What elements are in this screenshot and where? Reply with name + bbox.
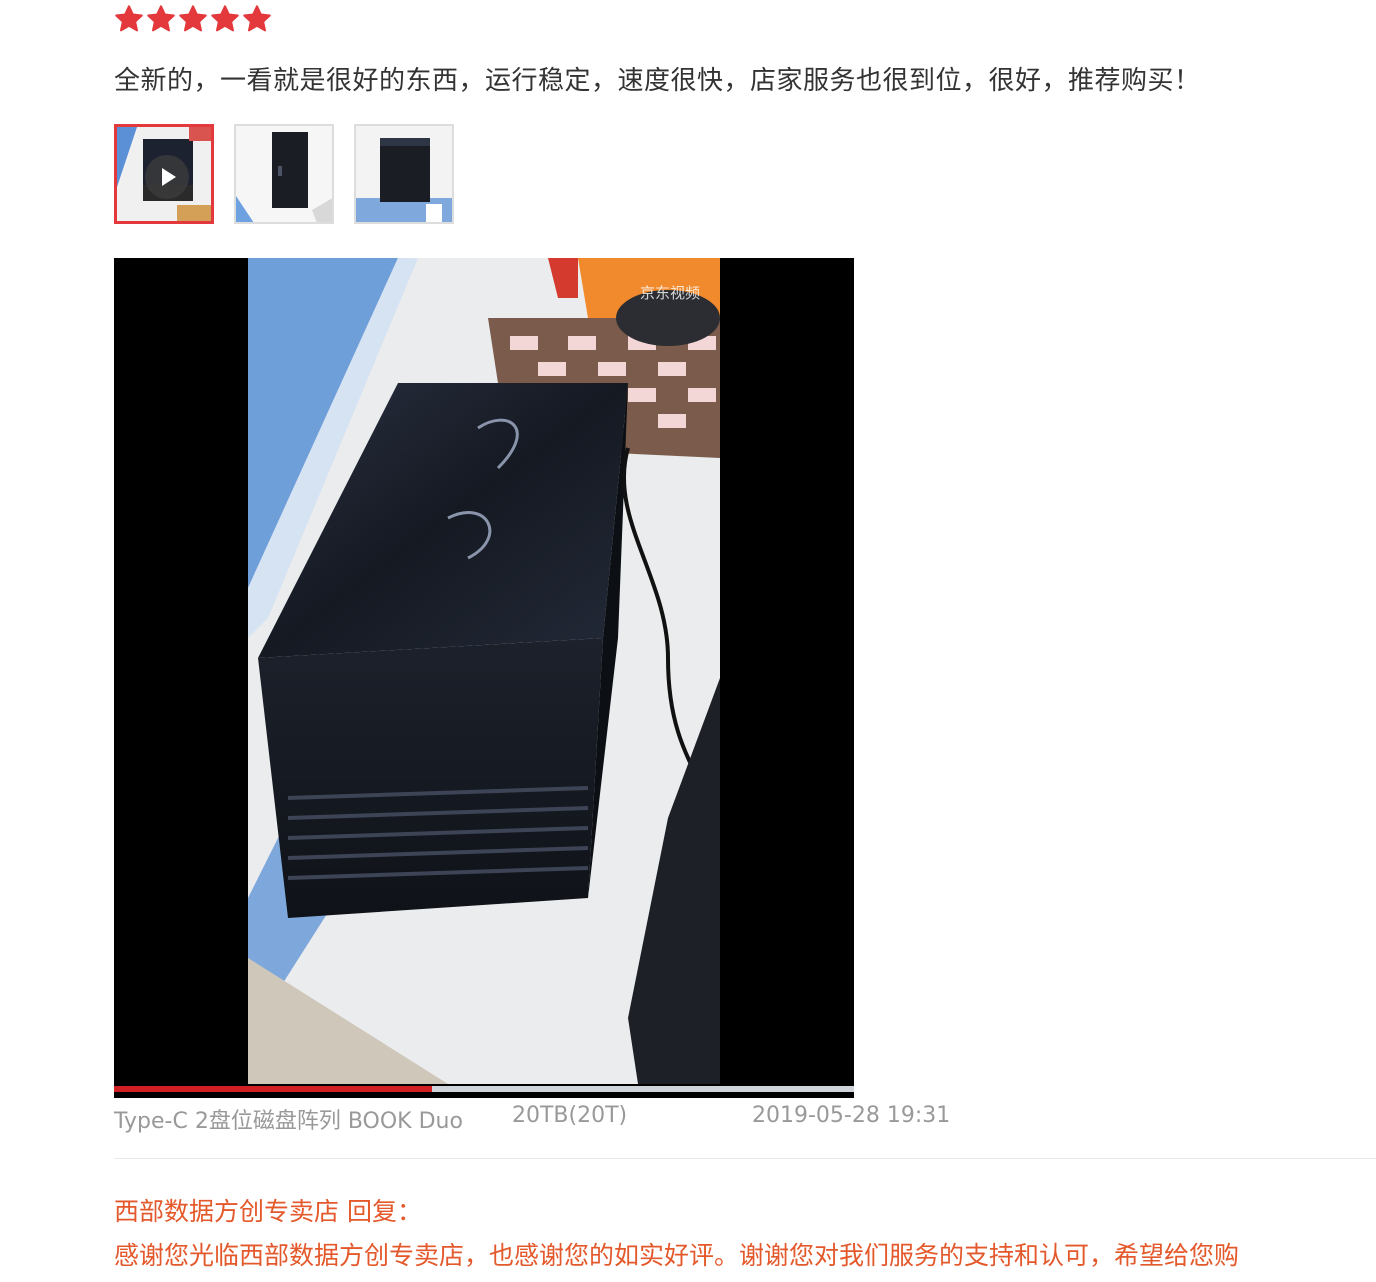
star-icon	[146, 4, 176, 34]
play-icon	[145, 155, 189, 199]
seller-reply-title: 西部数据方创专卖店 回复：	[114, 1197, 422, 1226]
star-rating	[114, 4, 272, 36]
divider	[114, 1158, 1376, 1159]
review-datetime: 2019-05-28 19:31	[752, 1103, 951, 1128]
image-thumbnail-image	[236, 126, 332, 222]
video-progress-fill	[114, 1086, 433, 1092]
review-text: 全新的，一看就是很好的东西，运行稳定，速度很快，店家服务也很到位，很好，推荐购买…	[114, 66, 1201, 96]
seller-reply-text: 感谢您光临西部数据方创专卖店，也感谢您的如实好评。谢谢您对我们服务的支持和认可，…	[114, 1241, 1240, 1270]
product-capacity: 20TB(20T)	[512, 1103, 628, 1128]
video-thumbnail[interactable]	[114, 124, 214, 224]
image-thumbnail-image	[356, 126, 452, 222]
review-item: 全新的，一看就是很好的东西，运行稳定，速度很快，店家服务也很到位，很好，推荐购买…	[114, 0, 1376, 1282]
star-icon	[242, 4, 272, 34]
video-frame: 京东视频	[248, 258, 720, 1084]
image-thumbnail[interactable]	[234, 124, 334, 224]
star-icon	[114, 4, 144, 34]
star-icon	[210, 4, 240, 34]
image-thumbnail[interactable]	[354, 124, 454, 224]
star-icon	[178, 4, 208, 34]
video-watermark: 京东视频	[640, 284, 700, 302]
video-frame-image: 京东视频	[248, 258, 720, 1084]
video-player[interactable]: 京东视频	[114, 258, 854, 1098]
video-progress-bar[interactable]	[114, 1086, 854, 1092]
product-spec: Type-C 2盘位磁盘阵列 BOOK Duo	[114, 1109, 463, 1134]
media-thumbnails	[114, 124, 454, 224]
